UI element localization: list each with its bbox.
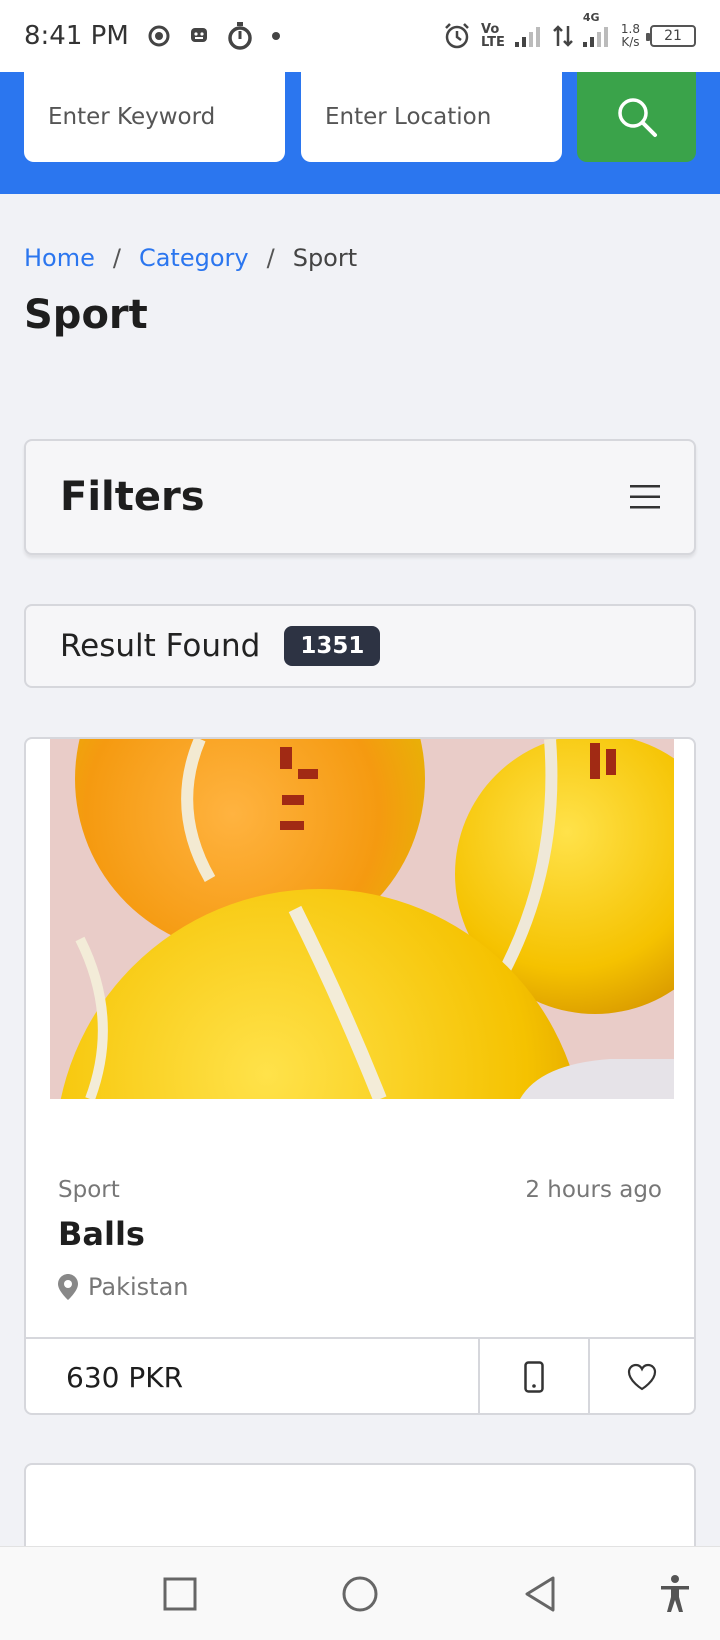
- status-time: 8:41 PM: [24, 21, 129, 51]
- timer-icon: [227, 22, 253, 50]
- search-icon: [617, 98, 657, 137]
- more-notifications-dot-icon: [271, 31, 281, 41]
- signal-2-icon: 4G: [582, 11, 611, 47]
- listing-card[interactable]: Sport 2 hours ago Balls Pakistan 630 PKR: [24, 737, 696, 1415]
- heart-icon: [627, 1363, 657, 1391]
- keyword-placeholder: Enter Keyword: [48, 104, 216, 130]
- favorite-button[interactable]: [588, 1339, 694, 1413]
- results-summary: Result Found 1351: [24, 604, 696, 688]
- filters-toggle[interactable]: Filters: [24, 439, 696, 555]
- listing-location-text: Pakistan: [88, 1273, 189, 1301]
- breadcrumb-home-link[interactable]: Home: [24, 244, 95, 272]
- network-speed: 1.8 K/s: [620, 22, 640, 49]
- search-header: Enter Keyword Enter Location: [0, 72, 720, 194]
- location-pin-icon: [58, 1274, 78, 1300]
- network-type-label: 4G: [582, 11, 600, 24]
- circle-icon: [342, 1576, 378, 1612]
- signal-1-icon: [514, 25, 543, 47]
- results-count-badge: 1351: [284, 626, 381, 666]
- chat-notification-icon: [189, 26, 209, 46]
- breadcrumb-separator: /: [112, 244, 121, 272]
- filters-title: Filters: [60, 474, 205, 520]
- volte-indicator: Vo LTE: [481, 22, 505, 50]
- location-placeholder: Enter Location: [325, 104, 492, 130]
- app-notification-icon: [147, 24, 171, 48]
- recents-button[interactable]: [155, 1569, 205, 1619]
- system-nav-bar: [0, 1546, 720, 1640]
- listing-location: Pakistan: [58, 1273, 189, 1301]
- data-transfer-icon: [553, 24, 573, 48]
- breadcrumb-separator: /: [266, 244, 275, 272]
- listing-category: Sport: [58, 1177, 120, 1203]
- back-triangle-icon: [525, 1576, 555, 1612]
- listing-price: 630 PKR: [66, 1360, 184, 1394]
- phone-icon: [524, 1361, 544, 1393]
- search-button[interactable]: [577, 72, 696, 162]
- status-bar: 8:41 PM Vo LTE 4G 1.8 K/s 21: [0, 0, 720, 72]
- listing-footer: 630 PKR: [26, 1337, 694, 1413]
- listing-title[interactable]: Balls: [58, 1215, 145, 1253]
- accessibility-button[interactable]: [650, 1569, 700, 1619]
- location-input[interactable]: Enter Location: [301, 72, 562, 162]
- accessibility-icon: [661, 1575, 689, 1612]
- keyword-input[interactable]: Enter Keyword: [24, 72, 285, 162]
- breadcrumb: Home / Category / Sport: [24, 244, 357, 272]
- breadcrumb-current: Sport: [292, 244, 358, 272]
- square-icon: [163, 1577, 197, 1611]
- back-button[interactable]: [515, 1569, 565, 1619]
- home-button[interactable]: [335, 1569, 385, 1619]
- call-button[interactable]: [478, 1339, 588, 1413]
- listing-image[interactable]: [50, 739, 674, 1099]
- battery-icon: 21: [646, 25, 696, 47]
- listing-time: 2 hours ago: [525, 1177, 662, 1203]
- page-title: Sport: [24, 292, 148, 338]
- battery-level: 21: [664, 28, 682, 44]
- alarm-icon: [443, 22, 471, 50]
- breadcrumb-category-link[interactable]: Category: [139, 244, 249, 272]
- menu-icon[interactable]: [630, 484, 660, 510]
- results-label: Result Found: [60, 628, 261, 664]
